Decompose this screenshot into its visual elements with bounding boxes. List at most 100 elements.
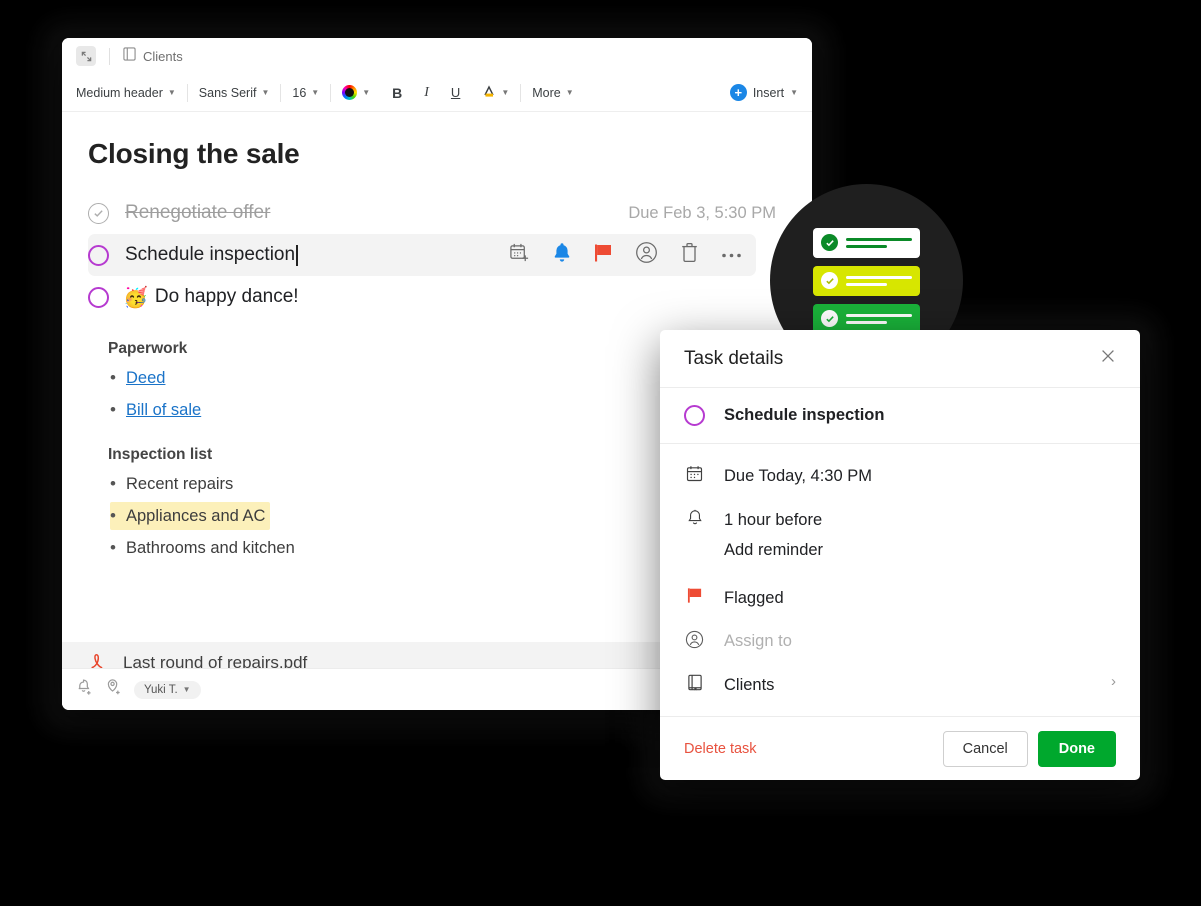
tab-clients[interactable]: Clients [123, 46, 183, 66]
badge-row [813, 303, 920, 334]
cancel-button[interactable]: Cancel [942, 730, 1028, 767]
font-family-dropdown[interactable]: Sans Serif ▼ [188, 81, 281, 105]
formatting-toolbar: Medium header ▼ Sans Serif ▼ 16 ▼ ▼ B I … [62, 74, 812, 112]
task-label: Schedule inspection [125, 244, 296, 265]
highlight-dropdown[interactable]: ▼ [471, 81, 520, 105]
due-date-label: Due Today, 4:30 PM [724, 467, 872, 486]
font-family-label: Sans Serif [198, 85, 257, 100]
more-dropdown[interactable]: More ▼ [521, 81, 584, 105]
user-chip[interactable]: Yuki T. ▼ [134, 680, 201, 699]
assign-person-icon[interactable] [635, 241, 658, 269]
tab-label: Clients [143, 48, 183, 64]
underline-button[interactable]: U [440, 81, 471, 105]
chevron-down-icon: ▼ [261, 87, 270, 97]
bullet-icon: • [110, 368, 116, 387]
chevron-down-icon: ▼ [565, 87, 574, 97]
list-item-highlighted[interactable]: • Appliances and AC [110, 502, 271, 530]
assign-to-label: Assign to [724, 632, 792, 651]
task-due-date: Due Feb 3, 5:30 PM [628, 203, 776, 222]
badge-row [813, 227, 920, 258]
plus-circle-icon: + [729, 84, 747, 101]
add-assignee-icon[interactable] [105, 678, 122, 701]
task-label: Do happy dance! [154, 286, 299, 307]
done-button[interactable]: Done [1037, 730, 1116, 767]
checkbox-empty-icon[interactable] [88, 244, 109, 266]
bullet-icon: • [110, 538, 116, 557]
badge-lines [846, 275, 912, 286]
text-color-icon [342, 85, 358, 100]
italic-button[interactable]: I [413, 81, 440, 105]
insert-label: Insert [752, 85, 785, 100]
panel-task-name: Schedule inspection [724, 406, 885, 425]
chevron-right-icon[interactable]: › [1111, 673, 1116, 690]
trash-icon[interactable] [680, 242, 699, 268]
page-title: Closing the sale [88, 138, 300, 169]
tab-divider [109, 47, 110, 65]
delete-task-button[interactable]: Delete task [684, 741, 757, 757]
bullet-icon: • [110, 400, 116, 419]
check-circle-icon [821, 234, 838, 251]
flag-icon[interactable] [594, 243, 613, 268]
link-bill-of-sale[interactable]: Bill of sale [126, 401, 201, 420]
badge-lines [846, 237, 912, 248]
more-dots-icon[interactable] [721, 246, 742, 264]
panel-body: Due Today, 4:30 PM 1 hour before Add rem… [660, 444, 1140, 716]
reminder-block: 1 hour before Add reminder [724, 508, 823, 560]
calendar-icon [684, 465, 705, 482]
flag-label: Flagged [724, 588, 784, 607]
tab-bar: Clients [62, 38, 812, 74]
panel-task-row[interactable]: Schedule inspection [660, 388, 1140, 445]
insert-button[interactable]: + Insert ▼ [729, 84, 798, 101]
calendar-add-icon[interactable] [509, 242, 530, 268]
checkbox-empty-icon[interactable] [88, 286, 109, 308]
checkbox-checked-icon[interactable] [88, 202, 109, 224]
font-size-dropdown[interactable]: 16 ▼ [281, 81, 330, 105]
font-size-label: 16 [292, 85, 307, 100]
close-icon[interactable] [1100, 348, 1116, 369]
add-reminder-icon[interactable] [76, 678, 93, 701]
chevron-down-icon: ▼ [182, 684, 191, 694]
panel-row-due-date[interactable]: Due Today, 4:30 PM [684, 464, 1116, 490]
add-reminder-label[interactable]: Add reminder [724, 541, 823, 560]
bell-icon[interactable] [552, 242, 572, 268]
panel-title: Task details [684, 347, 784, 369]
list-item-label: Recent repairs [126, 474, 234, 493]
flag-icon [684, 587, 705, 604]
notebook-icon [123, 46, 136, 66]
notebook-icon [684, 674, 705, 691]
chevron-down-icon: ▼ [501, 87, 510, 97]
chevron-down-icon: ▼ [167, 87, 176, 97]
paragraph-style-label: Medium header [76, 85, 163, 100]
paragraph-style-dropdown[interactable]: Medium header ▼ [76, 81, 187, 105]
task-row[interactable]: Renegotiate offer Due Feb 3, 5:30 PM [88, 192, 786, 234]
notebook-label: Clients [724, 675, 775, 694]
panel-row-assign[interactable]: Assign to [684, 629, 1116, 655]
bold-button[interactable]: B [381, 81, 413, 105]
text-cursor [296, 244, 298, 266]
party-face-emoji: 🥳 [123, 286, 148, 309]
check-circle-icon [821, 310, 838, 327]
text-color-dropdown[interactable]: ▼ [331, 81, 381, 105]
assign-person-icon [684, 630, 705, 649]
task-row[interactable]: 🥳 Do happy dance! [88, 276, 786, 318]
chevron-down-icon: ▼ [790, 87, 798, 97]
task-details-panel: Task details Schedule inspection Due Tod… [660, 330, 1140, 780]
bell-icon [684, 509, 705, 526]
check-circle-icon [821, 272, 838, 289]
screenshot-stage: Clients Medium header ▼ Sans Serif ▼ 16 … [0, 0, 1201, 906]
badge-row [813, 265, 920, 296]
collapse-icon[interactable] [76, 46, 96, 66]
task-row-active[interactable]: Schedule inspection [88, 234, 756, 276]
task-action-icons [509, 241, 742, 269]
reminder-label: 1 hour before [724, 510, 823, 529]
bullet-icon: • [110, 506, 116, 525]
chevron-down-icon: ▼ [311, 87, 320, 97]
panel-row-flag[interactable]: Flagged [684, 586, 1116, 612]
checkbox-empty-icon[interactable] [684, 405, 705, 427]
link-deed[interactable]: Deed [126, 369, 165, 388]
badge-lines [846, 313, 912, 324]
panel-row-notebook[interactable]: Clients › [684, 673, 1116, 699]
panel-footer: Delete task Cancel Done [660, 716, 1140, 780]
user-name: Yuki T. [144, 683, 178, 696]
panel-row-reminder[interactable]: 1 hour before Add reminder [684, 508, 1116, 560]
